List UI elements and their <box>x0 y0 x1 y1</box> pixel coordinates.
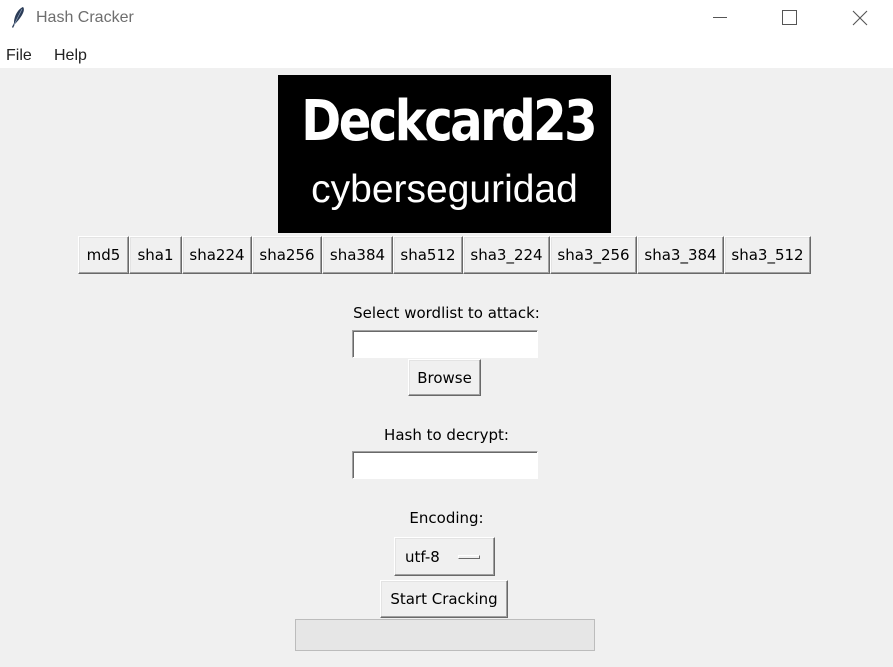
title-bar: Hash Cracker <box>0 0 893 38</box>
hash-label: Hash to decrypt: <box>384 426 509 444</box>
close-button[interactable] <box>832 0 888 36</box>
sha384-button[interactable]: sha384 <box>322 236 393 274</box>
feather-icon <box>12 7 24 28</box>
menu-bar: File Help <box>0 38 893 68</box>
sha224-button[interactable]: sha224 <box>182 236 252 274</box>
hash-algorithm-buttons: md5 sha1 sha224 sha256 sha384 sha512 sha… <box>78 236 811 274</box>
wordlist-label: Select wordlist to attack: <box>353 304 540 322</box>
browse-button[interactable]: Browse <box>408 359 481 396</box>
minimize-button[interactable] <box>692 0 748 36</box>
progress-bar <box>295 619 595 651</box>
sha3-224-button[interactable]: sha3_224 <box>463 236 550 274</box>
logo-subtitle: cyberseguridad <box>311 168 578 211</box>
menu-file[interactable]: File <box>6 47 32 65</box>
logo: Deckcard23 cyberseguridad <box>278 75 611 233</box>
logo-title: Deckcard23 <box>301 89 597 154</box>
close-icon <box>852 10 868 26</box>
sha3-384-button[interactable]: sha3_384 <box>637 236 724 274</box>
sha256-button[interactable]: sha256 <box>252 236 322 274</box>
hash-input[interactable] <box>352 451 538 479</box>
sha1-button[interactable]: sha1 <box>129 236 182 274</box>
minimize-icon <box>713 17 727 18</box>
maximize-button[interactable] <box>762 0 818 36</box>
encoding-label: Encoding: <box>409 509 484 527</box>
option-menu-indicator-icon <box>458 555 480 559</box>
sha3-256-button[interactable]: sha3_256 <box>550 236 637 274</box>
md5-button[interactable]: md5 <box>78 236 129 274</box>
wordlist-input[interactable] <box>352 330 538 358</box>
start-cracking-button[interactable]: Start Cracking <box>380 580 508 618</box>
sha512-button[interactable]: sha512 <box>393 236 463 274</box>
sha3-512-button[interactable]: sha3_512 <box>724 236 811 274</box>
encoding-value: utf-8 <box>405 547 440 566</box>
window-title: Hash Cracker <box>36 9 134 26</box>
maximize-icon <box>782 10 797 25</box>
encoding-select[interactable]: utf-8 <box>394 537 495 576</box>
menu-help[interactable]: Help <box>54 47 87 65</box>
